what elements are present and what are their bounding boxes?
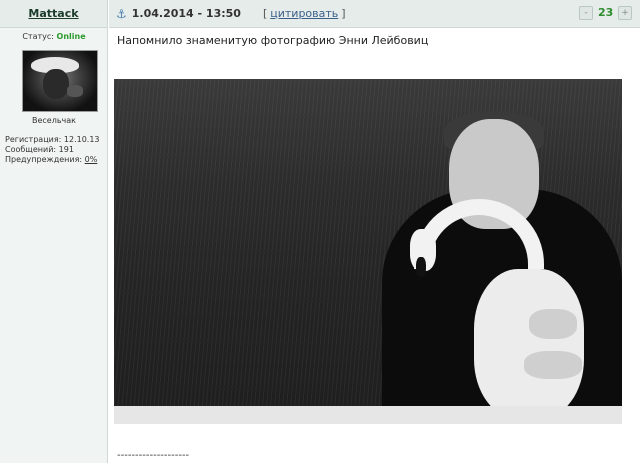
author-username-link[interactable]: Mattack [28,7,78,20]
signature-separator: -------------------- [117,450,190,461]
status-online: Online [56,32,86,41]
user-sidebar: Статус: Online Весельчак Регистрация: 12… [0,28,108,463]
minus-icon[interactable]: - [579,6,593,20]
post-message: Напомнило знаменитую фотографию Энни Лей… [117,34,429,47]
reputation-count: 23 [598,6,614,19]
quote-bracket-open: [ [262,7,268,20]
anchor-icon[interactable]: ⚓ [116,7,127,21]
photo-hand-upper [529,309,577,339]
rep-minus-glyph: - [584,8,588,18]
messages-label: Сообщений: [5,145,57,154]
rep-plus-glyph: + [621,8,629,18]
photo-bottom-strip [114,406,622,424]
stat-registration: Регистрация: 12.10.13 [5,135,100,145]
post-header: ⚓ 1.04.2014 - 13:50 [цитировать] - 23 + [109,0,640,28]
stat-messages: Сообщений: 191 [5,145,100,155]
quote-button[interactable]: цитировать [270,7,338,20]
warnings-label: Предупреждения: [5,155,83,164]
quote-control: [цитировать] [263,7,346,20]
plus-icon[interactable]: + [618,6,632,20]
post-date: 1.04.2014 - 13:50 [131,7,241,20]
registration-value: 12.10.13 [63,135,100,144]
photo-swan-body [474,269,584,419]
messages-value: 191 [58,145,74,154]
post-photo [114,79,622,424]
avatar-face [43,69,69,99]
warnings-value[interactable]: 0% [85,155,98,164]
status-label: Статус: [22,32,54,41]
photo-hand-lower [524,351,582,379]
avatar-hand [67,85,83,97]
post-author-cell: Mattack [0,0,108,28]
registration-label: Регистрация: [5,135,62,144]
avatar[interactable] [22,50,98,112]
stat-warnings: Предупреждения: 0% [5,155,100,165]
user-rank: Весельчак [31,116,77,125]
user-stats: Регистрация: 12.10.13 Сообщений: 191 Пре… [5,135,100,165]
quote-bracket-close: ] [341,7,346,20]
user-status: Статус: Online [0,32,108,41]
photo-swan-beak [416,257,426,277]
